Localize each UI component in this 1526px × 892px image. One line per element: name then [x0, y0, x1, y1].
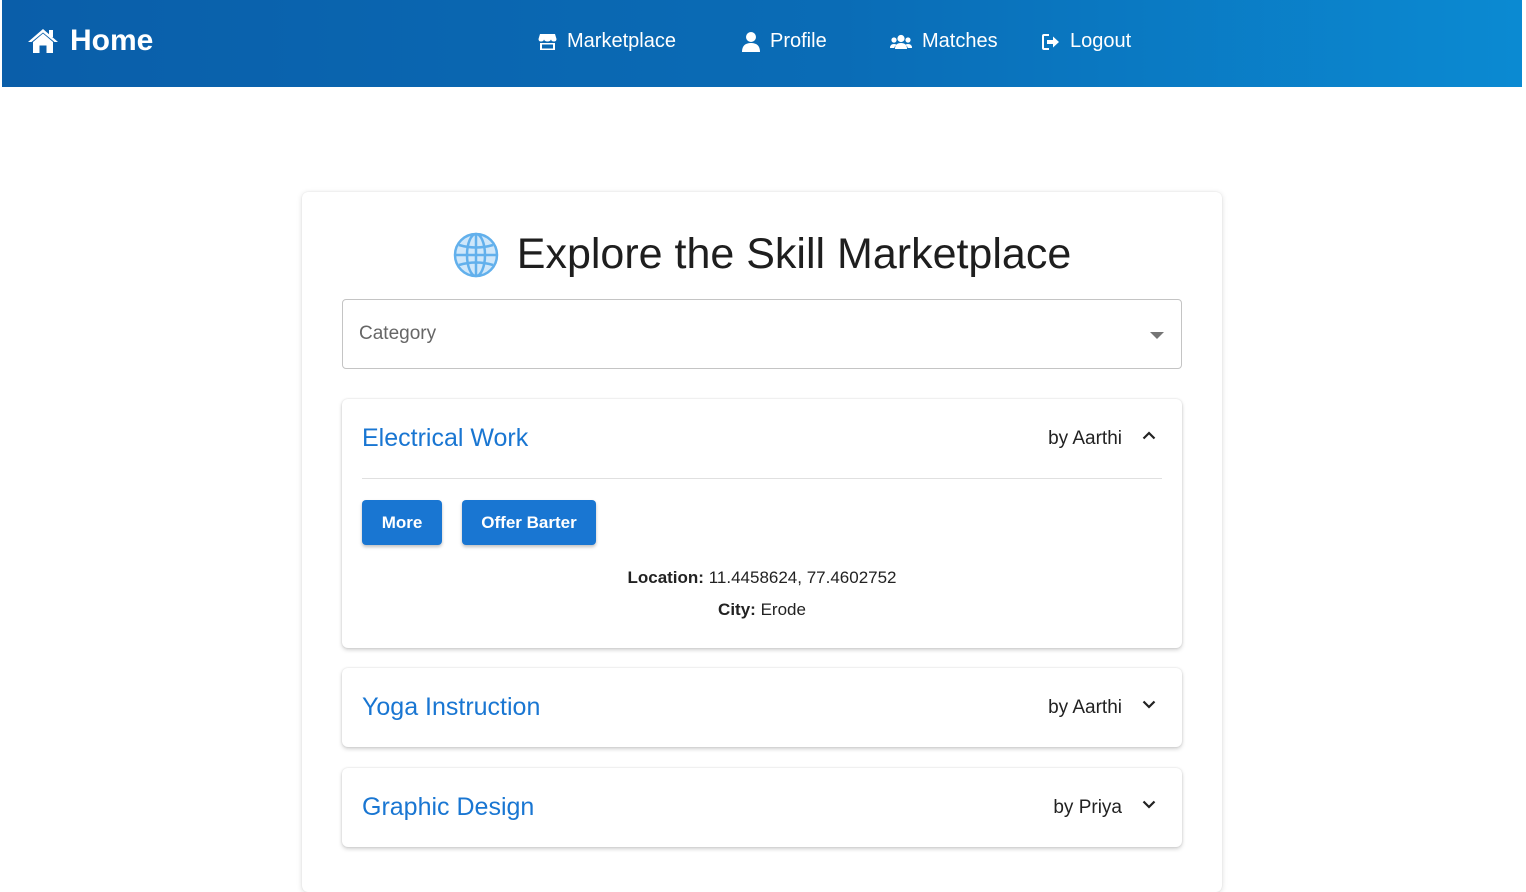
category-select[interactable]: Category [342, 299, 1182, 369]
home-link[interactable]: Home [27, 24, 153, 58]
location-line: Location: 11.4458624, 77.4602752 [342, 568, 1182, 588]
listing-author: by Aarthi [1048, 428, 1122, 449]
nav-link-label: Logout [1070, 30, 1132, 52]
listing-title: Yoga Instruction [362, 693, 541, 721]
divider [362, 478, 1162, 479]
home-icon [28, 29, 58, 53]
listing-title: Graphic Design [362, 793, 535, 821]
nav-link-label: Marketplace [567, 30, 676, 52]
listing-author: by Aarthi [1048, 697, 1122, 718]
nav-link-marketplace[interactable]: Marketplace [538, 30, 676, 53]
offer-barter-button[interactable]: Offer Barter [462, 500, 596, 545]
location-label: Location: [627, 568, 704, 587]
dropdown-arrow-icon [1150, 332, 1164, 339]
nav-link-label: Matches [922, 30, 998, 52]
city-line: City: Erode [342, 600, 1182, 620]
listing-header[interactable]: Yoga Instruction by Aarthi [342, 668, 1182, 747]
chevron-down-icon [1142, 800, 1156, 809]
listing-header[interactable]: Electrical Work by Aarthi [342, 399, 1182, 479]
city-label: City: [718, 600, 756, 619]
listing-author: by Priya [1053, 797, 1122, 818]
listing-card-yoga-instruction: Yoga Instruction by Aarthi [342, 668, 1182, 747]
chevron-down-icon [1142, 700, 1156, 709]
listing-card-graphic-design: Graphic Design by Priya [342, 768, 1182, 847]
location-value: 11.4458624, 77.4602752 [708, 568, 897, 587]
users-icon [890, 34, 912, 49]
listing-title: Electrical Work [362, 424, 529, 452]
nav-link-logout[interactable]: Logout [1042, 30, 1131, 53]
chevron-up-icon [1142, 431, 1156, 440]
logout-icon [1042, 33, 1059, 50]
category-select-label: Category [359, 323, 437, 344]
user-icon [742, 31, 760, 52]
nav-link-label: Profile [770, 30, 827, 52]
city-value: Erode [760, 600, 806, 619]
listing-card-electrical-work: Electrical Work by Aarthi More Offer Bar… [342, 399, 1182, 648]
listing-header[interactable]: Graphic Design by Priya [342, 768, 1182, 847]
globe-icon [453, 232, 499, 277]
nav-link-matches[interactable]: Matches [890, 30, 998, 53]
home-label: Home [70, 24, 154, 57]
more-button[interactable]: More [362, 500, 442, 545]
nav-link-profile[interactable]: Profile [742, 30, 827, 53]
marketplace-card: Explore the Skill Marketplace Category E… [302, 192, 1222, 892]
store-icon [538, 33, 557, 50]
page-title: Explore the Skill Marketplace [302, 230, 1222, 279]
page-title-text: Explore the Skill Marketplace [516, 230, 1072, 278]
top-navbar: Home Marketplace Profile Matches Logout [2, 0, 1522, 87]
